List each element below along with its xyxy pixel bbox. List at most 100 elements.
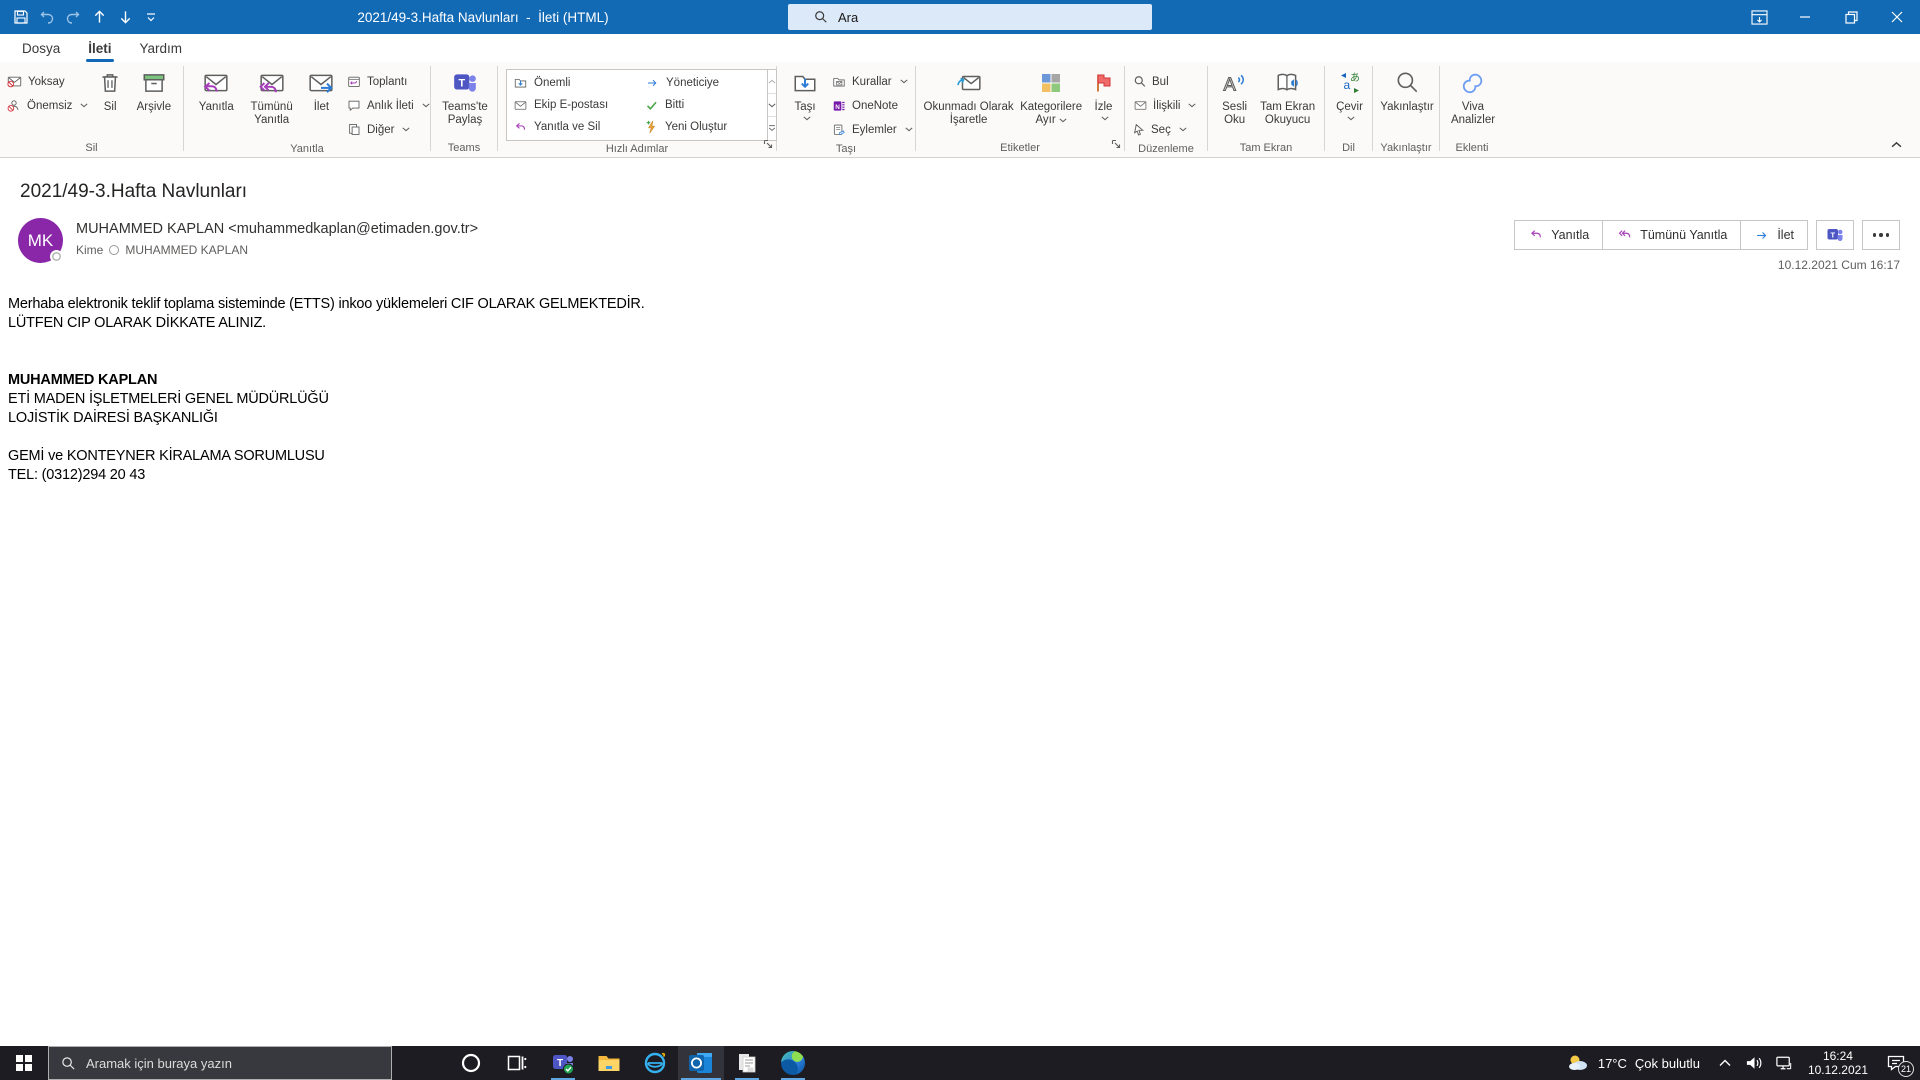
reply-all-button[interactable]: Tümünü Yanıtla — [1602, 220, 1742, 250]
cevir-button[interactable]: Çevir — [1331, 65, 1368, 121]
reply-all-icon — [1616, 228, 1633, 242]
quickstep-onemli[interactable]: Önemli — [513, 72, 645, 94]
weather-temp: 17°C — [1597, 1055, 1627, 1071]
body-line: ETİ MADEN İŞLETMELERİ GENEL MÜDÜRLÜĞÜ — [8, 391, 329, 407]
anlik-ileti-button[interactable]: Anlık İleti — [346, 95, 426, 116]
collapse-ribbon-icon[interactable] — [1891, 135, 1902, 153]
tab-yardim[interactable]: Yardım — [126, 34, 197, 62]
ilet-button[interactable]: İlet — [301, 65, 342, 114]
share-to-teams-button[interactable] — [1816, 220, 1854, 250]
group-label-yakinlastir: Yakınlaştır — [1380, 141, 1432, 154]
envelope-icon — [513, 99, 528, 112]
taskbar-teams[interactable] — [540, 1046, 586, 1080]
taskbar-task-view[interactable] — [494, 1046, 540, 1080]
minimize-button[interactable] — [1782, 0, 1828, 34]
quickstep-ekip[interactable]: Ekip E-postası — [513, 94, 645, 116]
izle-button[interactable]: İzle — [1087, 65, 1120, 121]
dialog-launcher-icon[interactable] — [1111, 136, 1121, 154]
viva-insights-icon — [1460, 68, 1486, 98]
group-hizli-adimlar: Önemli Yöneticiye Ekip E-postası Bitti Y… — [498, 62, 777, 157]
chevron-down-icon — [422, 103, 430, 108]
tab-dosya[interactable]: Dosya — [8, 34, 74, 62]
onemsiz-button[interactable]: Önemsiz — [6, 95, 92, 116]
clock-date: 10.12.2021 — [1807, 1063, 1868, 1077]
quickstep-yanitla-ve-sil[interactable]: Yanıtla ve Sil — [513, 116, 645, 138]
viva-analizler-button[interactable]: Viva Analizler — [1446, 65, 1500, 127]
group-tasi: Taşı Kurallar OneNote Eylemler Taşı — [777, 62, 915, 157]
gallery-up-icon[interactable] — [768, 70, 776, 94]
start-button[interactable] — [0, 1046, 48, 1080]
archive-icon — [141, 68, 167, 98]
chevron-down-icon — [1101, 116, 1109, 121]
quickstep-yoneticiye[interactable]: Yöneticiye — [645, 72, 767, 94]
eylemler-button[interactable]: Eylemler — [831, 119, 911, 140]
okunmadi-isaretle-button[interactable]: Okunmadı Olarak İşaretle — [922, 65, 1015, 127]
yoksay-button[interactable]: Yoksay — [6, 71, 92, 92]
close-button[interactable] — [1874, 0, 1920, 34]
tray-network[interactable] — [1770, 1046, 1800, 1080]
yakinlastir-button[interactable]: Yakınlaştır — [1379, 65, 1435, 114]
gallery-down-icon[interactable] — [768, 94, 776, 118]
action-center-button[interactable]: 21 — [1876, 1046, 1916, 1080]
taskbar-file-explorer[interactable] — [586, 1046, 632, 1080]
body-line — [8, 333, 1920, 352]
quick-steps-scrollbar — [768, 69, 777, 141]
quickstep-yeni-olustur[interactable]: Yeni Oluştur — [645, 116, 767, 138]
message-body: Merhaba elektronik teklif toplama sistem… — [0, 270, 1920, 485]
restore-button[interactable] — [1828, 0, 1874, 34]
new-quickstep-icon — [645, 120, 659, 134]
quickstep-bitti[interactable]: Bitti — [645, 94, 767, 116]
taskbar-outlook[interactable] — [678, 1046, 724, 1080]
recipient-name[interactable]: MUHAMMED KAPLAN — [125, 243, 248, 257]
sil-button[interactable]: Sil — [92, 65, 129, 114]
tray-volume[interactable] — [1740, 1046, 1770, 1080]
onenote-button[interactable]: OneNote — [831, 95, 911, 116]
search-icon — [62, 1056, 75, 1070]
taskbar: Aramak için buraya yazın 17°C Çok bulutl… — [0, 1046, 1920, 1080]
meeting-icon — [346, 74, 362, 89]
bul-button[interactable]: Bul — [1133, 71, 1203, 92]
reply-button[interactable]: Yanıtla — [1514, 220, 1604, 250]
taskbar-weather[interactable]: 17°C Çok bulutlu — [1556, 1053, 1710, 1073]
taskbar-clock[interactable]: 16:24 10.12.2021 — [1800, 1049, 1876, 1077]
chevron-down-icon — [1188, 103, 1196, 108]
outlook-icon — [689, 1053, 712, 1073]
forward-button[interactable]: İlet — [1740, 220, 1808, 250]
ribbon-search-box[interactable]: Ara — [788, 4, 1152, 30]
toplanti-button[interactable]: Toplantı — [346, 71, 426, 92]
dialog-launcher-icon[interactable] — [763, 136, 773, 154]
taskbar-internet-explorer[interactable] — [632, 1046, 678, 1080]
immersive-reader-icon — [1274, 68, 1302, 98]
tray-show-hidden-icons[interactable] — [1710, 1046, 1740, 1080]
tasi-button[interactable]: Taşı — [783, 65, 827, 121]
kurallar-button[interactable]: Kurallar — [831, 71, 911, 92]
taskbar-documents-app[interactable] — [724, 1046, 770, 1080]
iliskili-button[interactable]: İlişkili — [1133, 95, 1203, 116]
tam-ekran-okuyucu-button[interactable]: Tam Ekran Okuyucu — [1255, 65, 1320, 127]
presence-badge — [50, 250, 63, 263]
group-yanitla: Yanıtla Tümünü Yanıtla İlet Toplantı Anl… — [184, 62, 430, 157]
taskbar-edge[interactable] — [770, 1046, 816, 1080]
ribbon-tabs: Dosya İleti Yardım — [0, 34, 1920, 62]
teamste-paylas-button[interactable]: Teams'te Paylaş — [437, 65, 493, 127]
sec-button[interactable]: Seç — [1133, 119, 1203, 140]
body-line: TEL: (0312)294 20 43 — [8, 467, 146, 483]
forward-icon — [1754, 229, 1770, 242]
sender-name-email[interactable]: MUHAMMED KAPLAN <muhammedkaplan@etimaden… — [76, 221, 478, 237]
yanitla-button[interactable]: Yanıtla — [190, 65, 243, 114]
tumunu-yanitla-button[interactable]: Tümünü Yanıtla — [243, 65, 301, 127]
diger-button[interactable]: Diğer — [346, 119, 426, 140]
ribbon-display-options-icon[interactable] — [1736, 0, 1782, 34]
more-actions-button[interactable] — [1862, 220, 1900, 250]
kategorilere-ayir-button[interactable]: Kategorilere Ayır — [1015, 65, 1087, 127]
sesli-oku-button[interactable]: Sesli Oku — [1214, 65, 1255, 127]
taskbar-search[interactable]: Aramak için buraya yazın — [48, 1046, 392, 1080]
group-label-etiketler: Etiketler — [1000, 141, 1040, 154]
tab-ileti[interactable]: İleti — [74, 34, 125, 62]
taskbar-cortana[interactable] — [448, 1046, 494, 1080]
read-aloud-icon — [1222, 68, 1248, 98]
recipient-presence-icon — [109, 245, 120, 255]
quick-steps-gallery: Önemli Yöneticiye Ekip E-postası Bitti Y… — [506, 69, 768, 141]
arsivle-button[interactable]: Arşivle — [129, 65, 179, 114]
search-icon — [815, 11, 827, 23]
